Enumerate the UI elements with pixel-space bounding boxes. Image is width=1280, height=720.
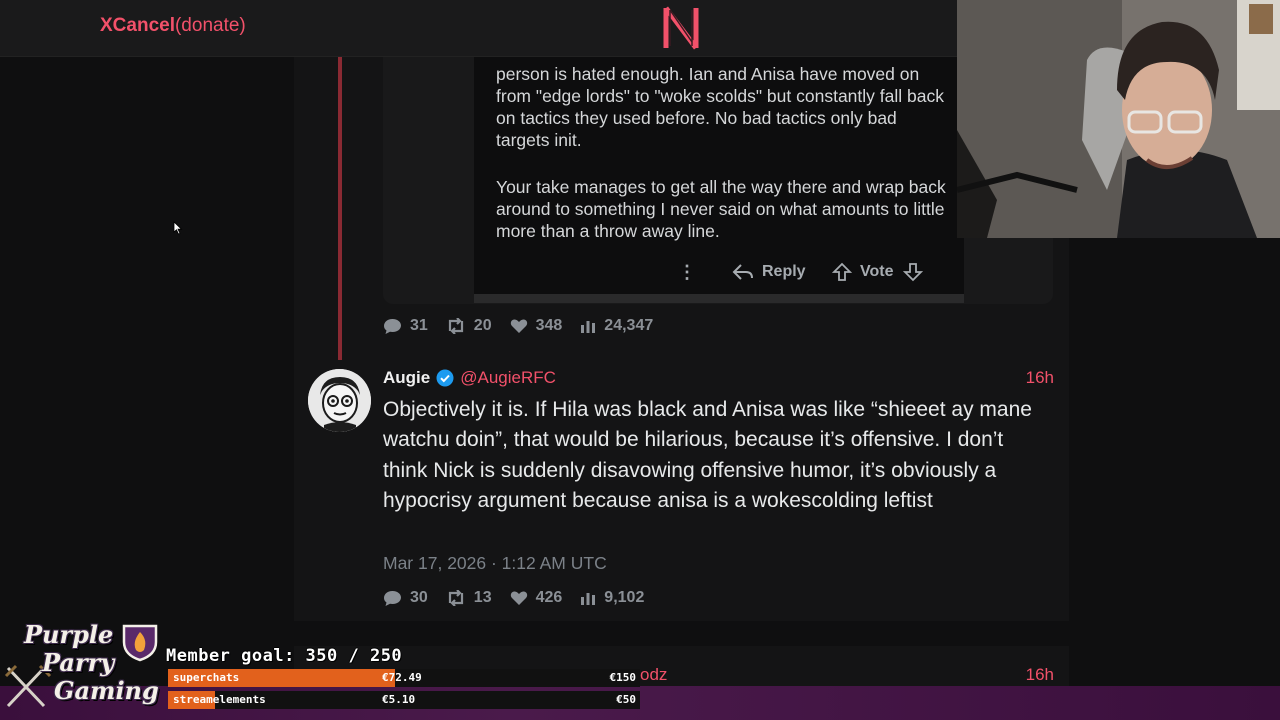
reply-count[interactable]: 30 — [383, 589, 428, 607]
heart-icon — [510, 319, 527, 333]
logo-line-2: Parry — [42, 648, 115, 677]
tweet-stats: 30 13 426 9,102 — [383, 587, 662, 609]
thread-connector-line — [338, 57, 342, 360]
channel-logo: Purple Parry Gaming — [4, 618, 164, 718]
logo-line-3: Gaming — [54, 676, 159, 705]
member-goal-text: Member goal: 350 / 250 — [166, 646, 403, 666]
reply-button[interactable]: Reply — [732, 260, 806, 284]
vote-label: Vote — [860, 263, 894, 280]
webcam-feed — [957, 0, 1280, 238]
next-tweet-age[interactable]: 16h — [1010, 665, 1054, 685]
superchats-current: €72.49 — [382, 671, 422, 684]
retweet-count[interactable]: 20 — [446, 317, 492, 335]
site-brand[interactable]: XCancel(donate) — [100, 15, 246, 37]
reply-count[interactable]: 31 — [383, 317, 428, 335]
retweet-count[interactable]: 13 — [446, 589, 492, 607]
views-chart-icon — [581, 321, 596, 333]
flame-shield-icon — [122, 624, 158, 662]
streamelements-label: streamelements — [173, 693, 266, 706]
reply-count-value: 31 — [410, 317, 428, 334]
retweet-count-value: 20 — [473, 317, 492, 334]
tweet-age[interactable]: 16h — [1010, 368, 1054, 388]
downvote-icon[interactable] — [903, 262, 924, 282]
comment-icon — [384, 318, 401, 334]
quoted-paragraph-1: person is hated enough. Ian and Anisa ha… — [496, 64, 944, 150]
view-count-value: 24,347 — [604, 317, 654, 334]
like-count-value: 348 — [535, 317, 563, 334]
superchats-target: €150 — [609, 671, 637, 684]
reply-arrow-icon — [732, 264, 753, 280]
top-navigation-bar: XCancel(donate) — [0, 0, 957, 57]
retweet-icon — [448, 590, 463, 606]
like-count-value: 426 — [535, 589, 563, 606]
mouse-cursor-icon — [173, 221, 183, 235]
streamelements-goal-bar: streamelements €5.10 €50 — [168, 691, 640, 709]
like-count[interactable]: 426 — [510, 589, 563, 607]
superchats-goal-bar: superchats €72.49 €150 — [168, 669, 640, 687]
avatar[interactable] — [308, 369, 371, 432]
user-handle[interactable]: @AugieRFC — [460, 368, 556, 388]
streamelements-target: €50 — [616, 693, 636, 706]
heart-icon — [510, 591, 527, 605]
streamer-webcam-image — [957, 0, 1280, 238]
tweet-text: Objectively it is. If Hila was black and… — [383, 398, 1032, 512]
brand-name[interactable]: XCancel — [100, 15, 175, 36]
upvote-icon[interactable] — [832, 262, 852, 282]
view-count[interactable]: 9,102 — [580, 589, 644, 607]
next-tweet-handle[interactable]: odz — [640, 665, 667, 685]
reply-count-value: 30 — [410, 589, 428, 606]
streamelements-current: €5.10 — [382, 693, 416, 706]
tweet-date[interactable]: Mar 17, 2026 · 1:12 AM UTC — [383, 553, 607, 574]
comment-icon — [384, 590, 401, 606]
more-options-icon: ⋮ — [678, 261, 696, 282]
tweet-divider — [294, 621, 1069, 646]
reply-label: Reply — [762, 263, 806, 280]
superchats-label: superchats — [173, 671, 240, 684]
retweet-icon — [448, 318, 463, 334]
stream-page: XCancel(donate) person is hated enough. … — [0, 0, 1280, 720]
parent-tweet-stats: 31 20 348 24,347 — [383, 315, 671, 337]
retweet-count-value: 13 — [473, 589, 492, 606]
horizontal-scrollbar[interactable] — [474, 294, 964, 303]
cartoon-avatar-icon — [308, 369, 371, 432]
verified-badge-icon — [436, 369, 454, 387]
display-name[interactable]: Augie — [383, 368, 430, 388]
view-count[interactable]: 24,347 — [580, 317, 653, 335]
tweet-header: Augie @AugieRFC — [383, 367, 556, 389]
more-options-button[interactable]: ⋮ — [678, 260, 696, 284]
view-count-value: 9,102 — [604, 589, 645, 606]
logo-line-1: Purple — [24, 620, 114, 649]
n-logo-icon[interactable] — [660, 4, 704, 52]
vote-control[interactable]: Vote — [832, 260, 924, 284]
donate-link[interactable]: (donate) — [175, 15, 246, 36]
quoted-paragraph-2: Your take manages to get all the way the… — [496, 177, 946, 241]
like-count[interactable]: 348 — [510, 317, 563, 335]
views-chart-icon — [581, 593, 596, 605]
